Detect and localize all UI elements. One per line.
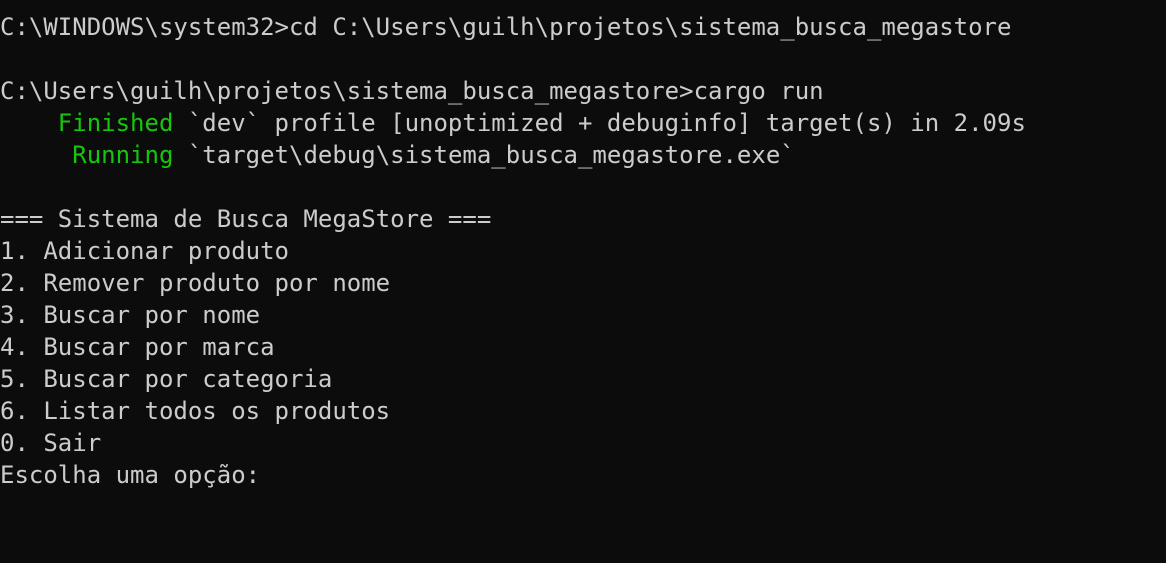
menu-option-4: 4. Buscar por marca: [0, 333, 275, 361]
menu-option-1: 1. Adicionar produto: [0, 237, 289, 265]
terminal-window[interactable]: C:\WINDOWS\system32>cd C:\Users\guilh\pr…: [0, 0, 1166, 563]
finished-status: Finished: [57, 109, 174, 137]
input-prompt: Escolha uma opção:: [0, 461, 261, 489]
running-status: Running: [72, 141, 174, 169]
command-cd: cd C:\Users\guilh\projetos\sistema_busca…: [288, 13, 1012, 41]
command-line-cd: C:\WINDOWS\system32>cd C:\Users\guilh\pr…: [0, 11, 1166, 43]
menu-option-3: 3. Buscar por nome: [0, 301, 261, 329]
cargo-running-line: Running `target\debug\sistema_busca_mega…: [0, 139, 1166, 171]
menu-title: === Sistema de Busca MegaStore ===: [0, 205, 492, 233]
running-detail: `target\debug\sistema_busca_megastore.ex…: [173, 141, 795, 169]
finished-detail: `dev` profile [unoptimized + debuginfo] …: [173, 109, 1026, 137]
menu-option-6: 6. Listar todos os produtos: [0, 397, 391, 425]
menu-option-2: 2. Remover produto por nome: [0, 269, 391, 297]
prompt-system32: C:\WINDOWS\system32>: [0, 13, 289, 41]
finished-indent: [0, 109, 58, 137]
running-indent: [0, 141, 72, 169]
command-line-cargo-run: C:\Users\guilh\projetos\sistema_busca_me…: [0, 75, 1166, 107]
input-prompt-line[interactable]: Escolha uma opção:: [0, 459, 1166, 491]
menu-option-5: 5. Buscar por categoria: [0, 365, 333, 393]
menu-option-0: 0. Sair: [0, 429, 102, 457]
command-cargo-run: cargo run: [693, 77, 824, 105]
cargo-finished-line: Finished `dev` profile [unoptimized + de…: [0, 107, 1166, 139]
prompt-project: C:\Users\guilh\projetos\sistema_busca_me…: [0, 77, 694, 105]
